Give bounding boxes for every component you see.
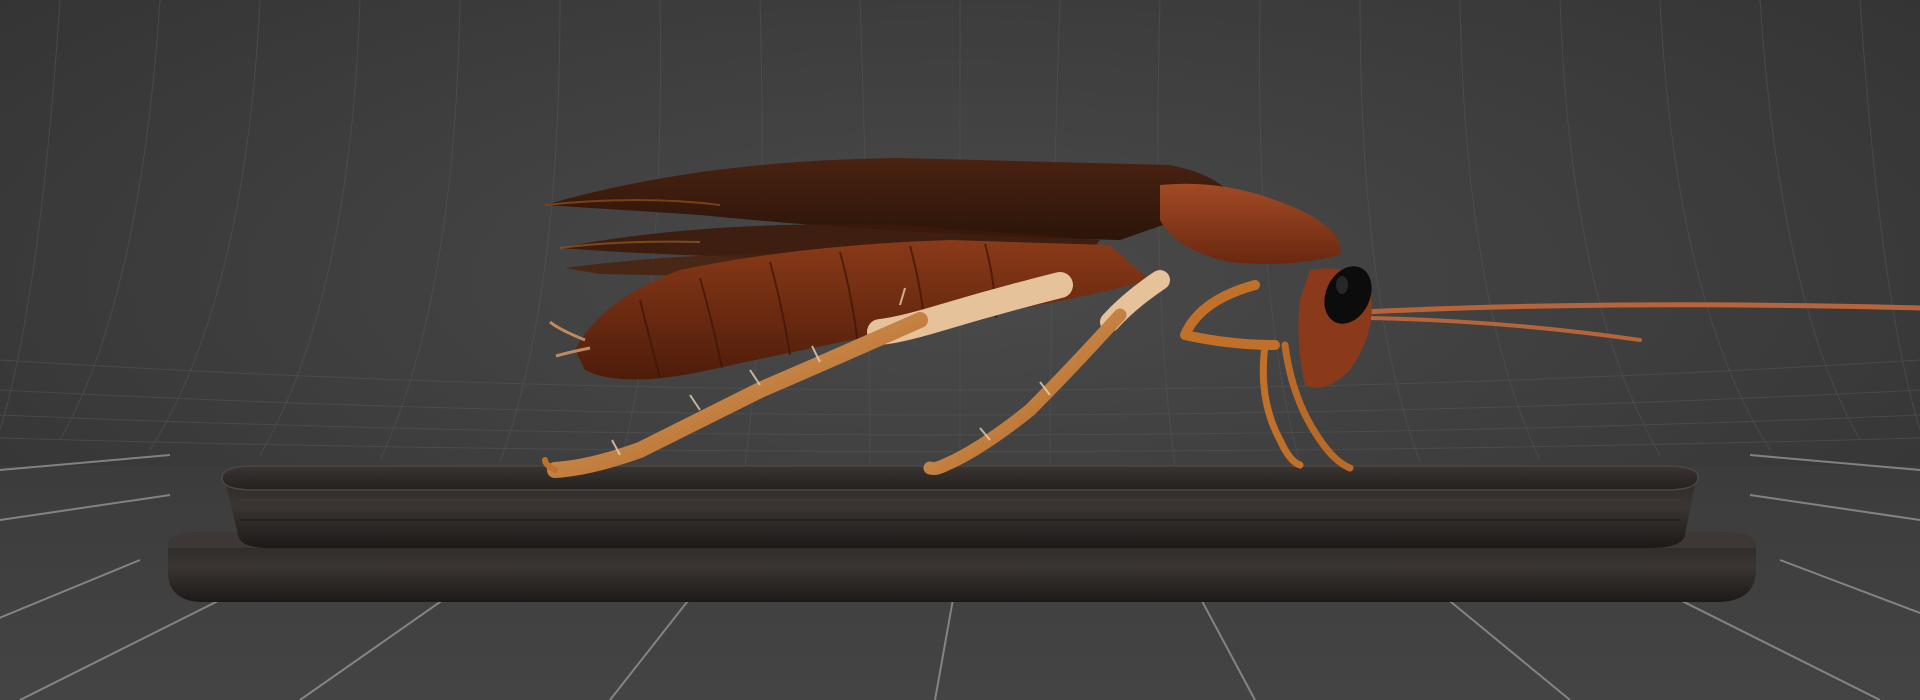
render-viewport: [0, 0, 1920, 700]
display-pedestal: [167, 465, 1757, 602]
